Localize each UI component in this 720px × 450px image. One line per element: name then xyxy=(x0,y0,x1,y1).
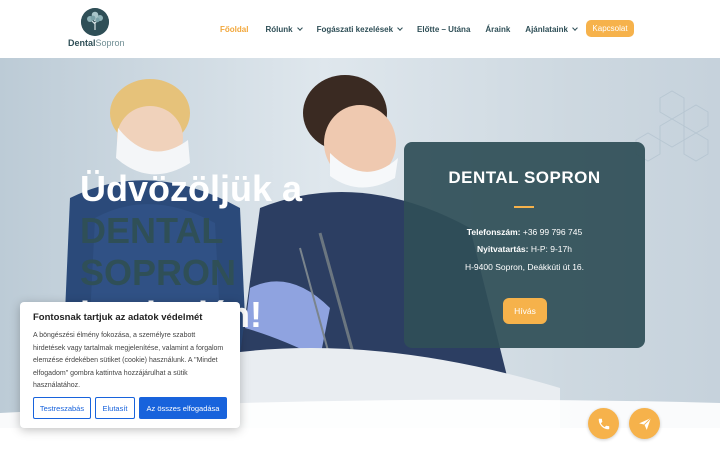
hours-value: H-P: 9-17h xyxy=(530,244,572,254)
nav-item-elotte-utana[interactable]: Előtte – Utána xyxy=(417,25,470,34)
phone-label: Telefonszám: xyxy=(466,227,521,237)
nav-item-rolunk[interactable]: Rólunk xyxy=(265,24,303,34)
nav-item-label: Főoldal xyxy=(220,24,249,34)
floating-phone-button[interactable] xyxy=(588,408,619,439)
cookie-reject-button[interactable]: Elutasít xyxy=(95,397,135,419)
clinic-info-card: DENTAL SOPRON Telefonszám: +36 99 796 74… xyxy=(404,142,645,348)
tree-logo-icon xyxy=(81,8,109,36)
logo-wordmark: DentalSopron xyxy=(68,38,125,48)
hero-welcome-text: Üdvözöljük a xyxy=(80,168,303,209)
phone-value: +36 99 796 745 xyxy=(522,227,583,237)
cookie-customize-button[interactable]: Testreszabás xyxy=(33,397,91,419)
nav-item-label: Rólunk xyxy=(265,24,293,34)
cookie-title: Fontosnak tartjuk az adatok védelmét xyxy=(33,312,203,323)
site-header: DentalSopron Főoldal Rólunk Fogászati ke… xyxy=(0,0,720,58)
call-button[interactable]: Hívás xyxy=(503,298,547,324)
nav-item-ajanlataink[interactable]: Ajánlataink xyxy=(525,24,578,34)
nav-item-label: Ajánlataink xyxy=(525,24,568,34)
logo-brand-bold: Dental xyxy=(68,38,96,48)
logo-brand-light: Sopron xyxy=(95,38,125,48)
nav-item-fooldal[interactable]: Főoldal xyxy=(220,25,248,34)
nav-item-label: Áraink xyxy=(485,24,511,34)
hours-label: Nyitvatartás: xyxy=(477,244,529,254)
nav-item-label: Előtte – Utána xyxy=(417,24,471,34)
site-logo[interactable]: DentalSopron xyxy=(68,8,126,50)
main-nav: Főoldal Rólunk Fogászati kezelések Előtt… xyxy=(220,22,611,36)
cookie-accept-all-button[interactable]: Az összes elfogadása xyxy=(139,397,227,419)
info-card-title: DENTAL SOPRON xyxy=(448,168,601,187)
nav-item-label: Fogászati kezelések xyxy=(316,24,394,34)
paper-plane-icon xyxy=(638,417,651,430)
chevron-down-icon xyxy=(296,24,303,31)
hero-brand-line-1: DENTAL xyxy=(80,210,224,251)
cookie-description: A böngészési élmény fokozása, a személyr… xyxy=(33,332,224,389)
hero-brand-line-2: SOPRON xyxy=(80,252,237,293)
hours-line: Nyitvatartás: H-P: 9-17h xyxy=(404,244,645,254)
info-card-divider xyxy=(514,206,534,208)
phone-icon xyxy=(598,418,609,429)
nav-item-araink[interactable]: Áraink xyxy=(485,25,510,34)
phone-line: Telefonszám: +36 99 796 745 xyxy=(404,227,645,237)
floating-message-button[interactable] xyxy=(629,408,660,439)
chevron-down-icon xyxy=(397,24,403,31)
chevron-down-icon xyxy=(572,24,578,31)
address-line: H-9400 Sopron, Deákkúti út 16. xyxy=(464,262,585,272)
nav-item-fogaszati-kezelesek[interactable]: Fogászati kezelések xyxy=(316,24,403,34)
contact-button[interactable]: Kapcsolat xyxy=(586,20,634,37)
cookie-consent-dialog: Fontosnak tartjuk az adatok védelmét A b… xyxy=(20,302,240,428)
